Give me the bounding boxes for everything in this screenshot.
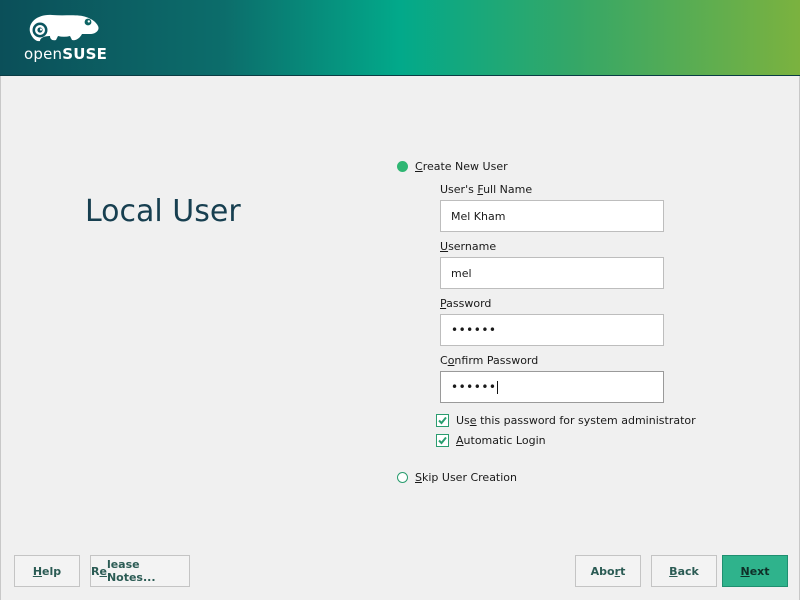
full-name-input[interactable]: Mel Kham [440,200,664,232]
chameleon-icon [29,14,99,42]
confirm-password-input[interactable]: •••••• [440,371,664,403]
use-password-for-admin-label: Use this password for system administrat… [456,414,696,427]
automatic-login-label: Automatic Login [456,434,546,447]
username-label: Username [440,240,497,253]
create-new-user-radio[interactable]: Create New User [397,160,508,173]
checkbox-checked-icon[interactable] [436,414,449,427]
skip-user-creation-radio[interactable]: Skip User Creation [397,471,517,484]
username-input[interactable]: mel [440,257,664,289]
use-password-for-admin-checkbox[interactable]: Use this password for system administrat… [436,414,696,427]
page-title: Local User [85,194,241,229]
password-input[interactable]: •••••• [440,314,664,346]
header-banner: openSUSE [0,0,800,76]
confirm-password-value: •••••• [451,380,497,394]
content-frame [0,76,800,600]
create-new-user-label: Create New User [415,160,508,173]
username-value: mel [451,266,472,280]
password-value: •••••• [451,323,497,337]
abort-button[interactable]: Abo r t [575,555,641,587]
opensuse-logo: openSUSE [24,12,114,64]
automatic-login-checkbox[interactable]: Automatic Login [436,434,546,447]
logo-text-open: open [24,45,63,63]
full-name-label: User's Full Name [440,183,533,196]
radio-selected-icon[interactable] [397,161,408,172]
release-notes-button[interactable]: Re lease Notes... [90,555,190,587]
radio-unselected-icon[interactable] [397,472,408,483]
logo-text-suse: SUSE [62,45,108,63]
checkbox-checked-icon[interactable] [436,434,449,447]
full-name-value: Mel Kham [451,209,506,223]
password-label: Password [440,297,492,310]
help-button[interactable]: Help [14,555,80,587]
skip-user-creation-label: Skip User Creation [415,471,517,484]
confirm-password-label: Confirm Password [440,354,539,367]
text-caret [497,380,499,394]
back-button[interactable]: Back [651,555,717,587]
next-button[interactable]: Next [722,555,788,587]
